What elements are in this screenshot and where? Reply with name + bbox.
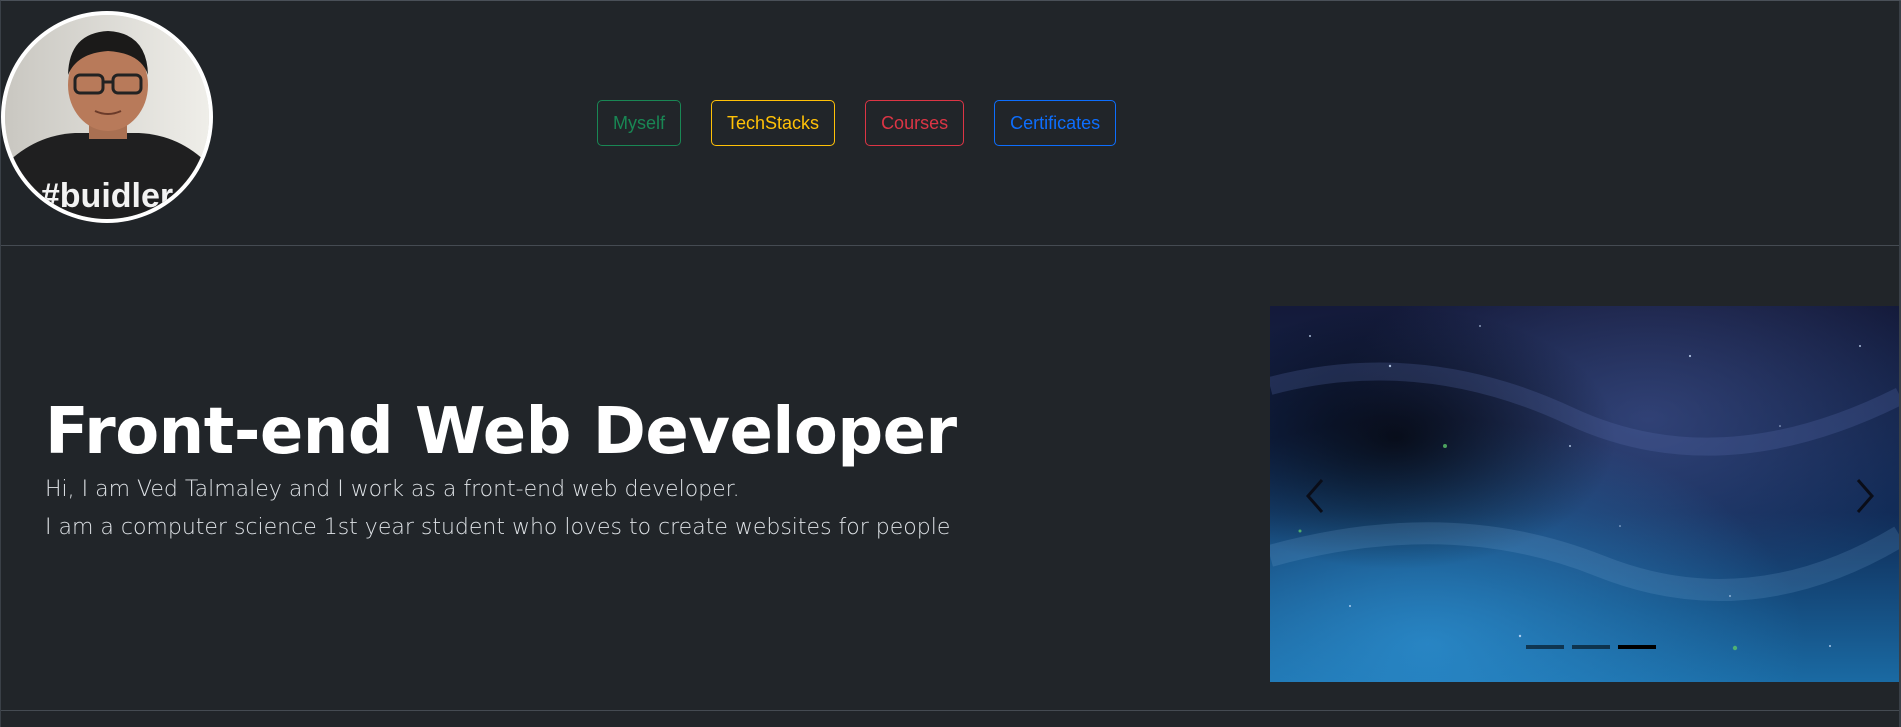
hero-title: Front-end Web Developer (45, 395, 957, 469)
chevron-right-icon (1856, 479, 1874, 513)
hero-intro-line: Hi, I am Ved Talmaley and I work as a fr… (45, 477, 740, 502)
nav-button-certificates[interactable]: Certificates (994, 100, 1117, 146)
carousel-indicator-3[interactable] (1618, 645, 1656, 649)
page: #buidler Myself TechStacks Courses Certi… (0, 0, 1901, 727)
hero-description-line: I am a computer science 1st year student… (45, 515, 951, 540)
image-carousel (1270, 306, 1900, 682)
avatar: #buidler (1, 11, 213, 223)
carousel-indicator-2[interactable] (1572, 645, 1610, 649)
site-header: #buidler Myself TechStacks Courses Certi… (1, 1, 1900, 246)
chevron-left-icon (1306, 479, 1324, 513)
nav-button-courses[interactable]: Courses (865, 100, 965, 146)
nav-button-myself[interactable]: Myself (597, 100, 682, 146)
section-divider (1, 710, 1900, 711)
shirt-print: #buidler (41, 177, 173, 215)
carousel-indicator-1[interactable] (1526, 645, 1564, 649)
carousel-prev-button[interactable] (1290, 466, 1340, 526)
nebula-slide-image (1270, 306, 1900, 682)
nav-button-techstacks[interactable]: TechStacks (711, 100, 836, 146)
carousel-indicators (1526, 645, 1656, 649)
hero-section: Front-end Web Developer Hi, I am Ved Tal… (45, 393, 1225, 547)
carousel-next-button[interactable] (1840, 466, 1890, 526)
main-nav: Myself TechStacks Courses Certificates (597, 100, 1117, 146)
profile-photo: #buidler (5, 15, 209, 219)
